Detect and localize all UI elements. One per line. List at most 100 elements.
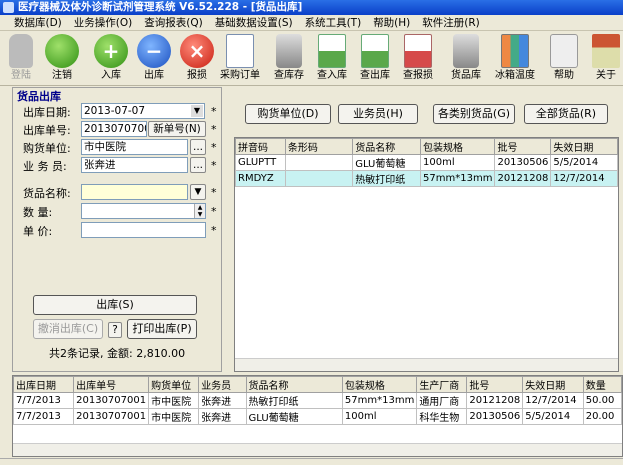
- check-outbound-button[interactable]: 查出库: [354, 34, 396, 84]
- help-small-button[interactable]: ?: [108, 322, 122, 338]
- damage-button[interactable]: × 报损: [176, 34, 218, 84]
- required-mark: *: [211, 123, 217, 136]
- check-damage-button[interactable]: 查报损: [397, 34, 439, 84]
- column-header[interactable]: 出库日期: [13, 376, 75, 393]
- about-button[interactable]: 关于: [585, 34, 623, 84]
- salesman-browse-button[interactable]: ...: [190, 157, 206, 173]
- runner-icon: [45, 34, 79, 68]
- number-value: 20130707001: [84, 123, 146, 135]
- table-cell: 57mm*13mm: [341, 392, 418, 409]
- column-header[interactable]: 拼音码: [235, 138, 286, 155]
- purchase-order-button[interactable]: 采购订单: [219, 34, 261, 84]
- column-header[interactable]: 货品名称: [352, 138, 422, 155]
- menu-database[interactable]: 数据库(D): [0, 15, 68, 31]
- salesman-value: 张奔进: [84, 159, 116, 171]
- quantity-label: 数 量:: [23, 206, 53, 219]
- cross-icon: ×: [180, 34, 214, 68]
- table-cell: 通用厂商: [416, 392, 468, 409]
- outbound-toolbar-button[interactable]: − 出库: [133, 34, 175, 84]
- column-header[interactable]: 数量: [582, 376, 622, 393]
- table-cell: 20121208: [466, 392, 524, 409]
- menu-basic-data[interactable]: 基础数据设置(S): [209, 15, 299, 31]
- filter-buyer-button[interactable]: 购货单位(D): [245, 104, 331, 124]
- document-icon: [226, 34, 254, 68]
- person-icon: [9, 34, 33, 68]
- print-outbound-button[interactable]: 打印出库(P): [127, 319, 197, 339]
- menu-register[interactable]: 软件注册(R): [416, 15, 486, 31]
- table-cell: 20130506: [494, 154, 552, 171]
- table-cell: 20130506: [466, 408, 524, 425]
- goods-name-input[interactable]: [81, 184, 188, 200]
- buyer-field[interactable]: 市中医院: [81, 139, 188, 155]
- menu-help[interactable]: 帮助(H): [367, 15, 416, 31]
- table-cell: 20130707001: [73, 408, 150, 425]
- cancel-outbound-button[interactable]: 撤消出库(C): [33, 319, 103, 339]
- table-cell: 热敏打印纸: [245, 392, 343, 409]
- outbound-form-panel: 货品出库 出库日期: 2013-07-07 ▼ * 出库单号: 201307070…: [12, 87, 222, 372]
- column-header[interactable]: 生产厂商: [416, 376, 468, 393]
- buyer-label: 购货单位:: [23, 142, 71, 155]
- number-field[interactable]: 20130707001: [81, 121, 147, 137]
- menu-bar: 数据库(D) 业务操作(O) 查询报表(Q) 基础数据设置(S) 系统工具(T) 帮助(H…: [0, 15, 623, 31]
- required-mark: *: [211, 224, 217, 237]
- buyer-value: 市中医院: [84, 141, 126, 153]
- minus-icon: −: [137, 34, 171, 68]
- filter-category-button[interactable]: 各类别货品(G): [433, 104, 515, 124]
- horizontal-scrollbar[interactable]: [235, 358, 618, 371]
- column-header[interactable]: 条形码: [284, 138, 354, 155]
- table-row[interactable]: 7/7/2013 20130707001 市中医院 张奔进 GLU葡萄糖 100…: [13, 408, 622, 425]
- menu-tools[interactable]: 系统工具(T): [299, 15, 368, 31]
- required-mark: *: [211, 141, 217, 154]
- table-row[interactable]: GLUPTT GLU葡萄糖 100ml 20130506 5/5/2014: [235, 154, 618, 171]
- table-cell: 12/7/2014: [550, 170, 618, 187]
- required-mark: *: [211, 186, 217, 199]
- menu-operations[interactable]: 业务操作(O): [68, 15, 138, 31]
- column-header[interactable]: 购货单位: [148, 376, 200, 393]
- login-button[interactable]: 登陆: [0, 34, 42, 84]
- goods-library-button[interactable]: 货品库: [445, 34, 487, 84]
- chevron-down-icon: ▼: [194, 187, 202, 197]
- sheet-search-icon: [318, 34, 346, 68]
- column-header[interactable]: 货品名称: [245, 376, 343, 393]
- table-cell: GLU葡萄糖: [245, 408, 343, 425]
- required-mark: *: [211, 105, 217, 118]
- chevron-down-icon[interactable]: ▼: [191, 105, 203, 117]
- column-header[interactable]: 业务员: [198, 376, 247, 393]
- outbound-records-table: 出库日期 出库单号 购货单位 业务员 货品名称 包装规格 生产厂商 批号 失效日…: [12, 375, 623, 457]
- help-icon: [550, 34, 578, 68]
- table-row[interactable]: 7/7/2013 20130707001 市中医院 张奔进 热敏打印纸 57mm…: [13, 392, 622, 409]
- table-row-selected[interactable]: RMDYZ 热敏打印纸 57mm*13mm 20121208 12/7/2014: [235, 170, 618, 187]
- new-number-button[interactable]: 新单号(N): [148, 121, 206, 137]
- goods-dropdown-button[interactable]: ▼: [190, 184, 206, 200]
- menu-reports[interactable]: 查询报表(Q): [138, 15, 208, 31]
- house-icon: [592, 34, 620, 68]
- salesman-field[interactable]: 张奔进: [81, 157, 188, 173]
- column-header[interactable]: 失效日期: [550, 138, 618, 155]
- date-picker[interactable]: 2013-07-07 ▼: [81, 103, 205, 119]
- table-cell: 科华生物: [416, 408, 468, 425]
- logout-button[interactable]: 注销: [41, 34, 83, 84]
- filter-salesman-button[interactable]: 业务员(H): [338, 104, 418, 124]
- column-header[interactable]: 包装规格: [341, 376, 418, 393]
- inbound-button[interactable]: + 入库: [90, 34, 132, 84]
- horizontal-scrollbar[interactable]: [13, 443, 622, 456]
- column-header[interactable]: 失效日期: [522, 376, 584, 393]
- fridge-temperature-button[interactable]: 冰箱温度: [494, 34, 536, 84]
- price-field[interactable]: [81, 222, 206, 238]
- goods-browser-panel: 购货单位(D) 业务员(H) 各类别货品(G) 全部货品(R) 拼音码 条形码 …: [234, 97, 619, 372]
- filter-all-goods-button[interactable]: 全部货品(R): [524, 104, 608, 124]
- table-cell: 20.00: [582, 408, 622, 425]
- outbound-button[interactable]: 出库(S): [33, 295, 197, 315]
- required-mark: *: [211, 205, 217, 218]
- check-inbound-button[interactable]: 查入库: [311, 34, 353, 84]
- column-header[interactable]: 包装规格: [420, 138, 496, 155]
- spin-icon[interactable]: ▲ ▼: [194, 204, 205, 218]
- buyer-browse-button[interactable]: ...: [190, 139, 206, 155]
- check-stock-button[interactable]: 查库存: [268, 34, 310, 84]
- column-header[interactable]: 批号: [494, 138, 552, 155]
- table-cell: 100ml: [341, 408, 418, 425]
- help-button[interactable]: 帮助: [543, 34, 585, 84]
- column-header[interactable]: 出库单号: [73, 376, 150, 393]
- column-header[interactable]: 批号: [466, 376, 524, 393]
- quantity-stepper[interactable]: ▲ ▼: [81, 203, 206, 219]
